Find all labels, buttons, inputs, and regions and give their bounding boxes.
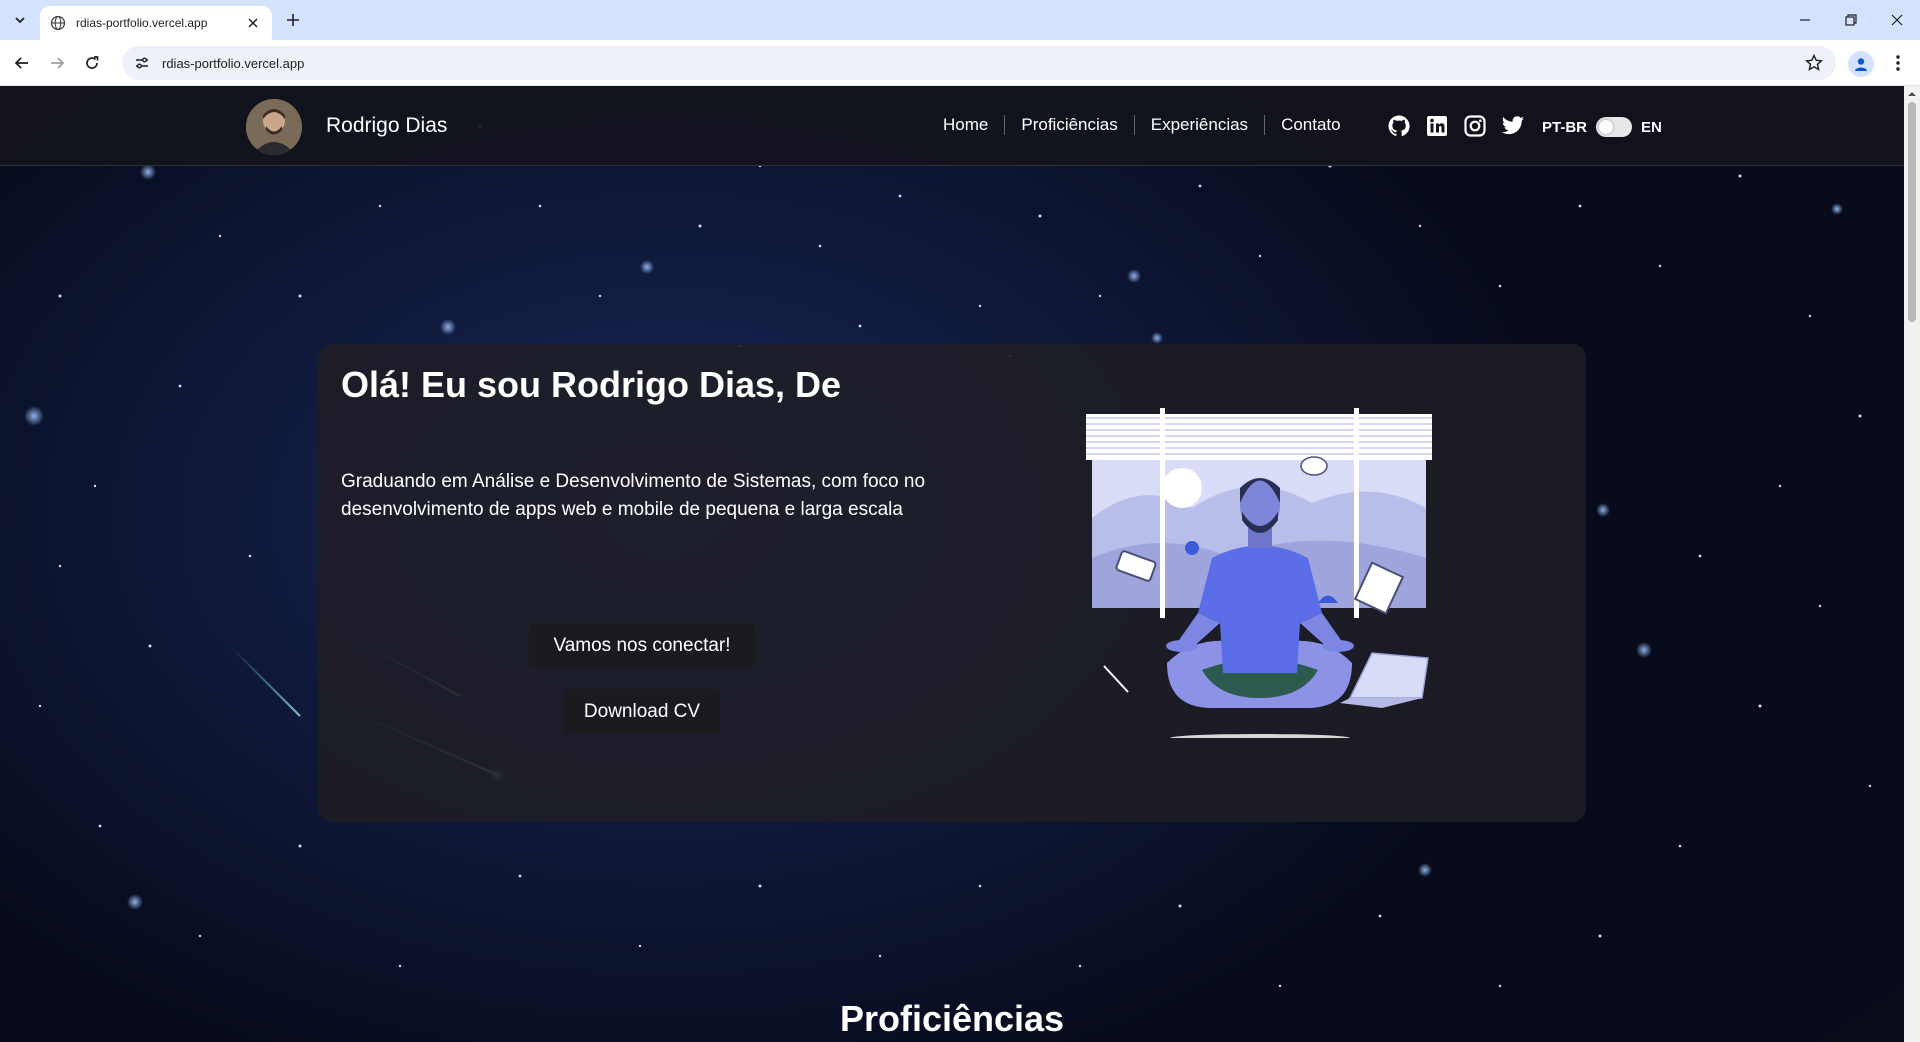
address-bar[interactable]: rdias-portfolio.vercel.app xyxy=(122,46,1836,80)
brand-name[interactable]: Rodrigo Dias xyxy=(326,114,447,138)
section-title-proficiencias: Proficiências xyxy=(839,998,1065,1039)
reload-button[interactable] xyxy=(80,51,104,75)
close-tab-button[interactable] xyxy=(244,14,262,32)
github-link[interactable] xyxy=(1386,113,1412,139)
menu-icon xyxy=(1896,55,1900,71)
browser-tab[interactable]: rdias-portfolio.vercel.app xyxy=(40,6,272,40)
browser-tab-bar: rdias-portfolio.vercel.app xyxy=(0,0,1920,40)
reload-icon xyxy=(86,56,99,69)
close-window-icon xyxy=(1891,14,1903,26)
linkedin-icon xyxy=(1427,116,1447,136)
browser-menu-button[interactable] xyxy=(1886,51,1910,75)
close-window-button[interactable] xyxy=(1882,6,1912,34)
site-info-button[interactable] xyxy=(132,53,152,73)
close-icon xyxy=(248,18,258,28)
new-tab-button[interactable] xyxy=(282,9,304,31)
nav-experiencias[interactable]: Experiências xyxy=(1135,115,1266,135)
lang-en[interactable]: EN xyxy=(1641,119,1662,136)
back-icon xyxy=(14,57,28,69)
language-toggle[interactable] xyxy=(1596,117,1632,137)
profile-icon xyxy=(1855,58,1867,71)
page-scrollbar[interactable] xyxy=(1904,86,1920,1042)
lang-pt-br[interactable]: PT-BR xyxy=(1542,119,1587,136)
avatar[interactable] xyxy=(246,99,302,155)
hero-title: Olá! Eu sou Rodrigo Dias, De xyxy=(341,364,842,405)
plus-icon xyxy=(287,14,299,26)
minimize-button[interactable] xyxy=(1790,6,1820,34)
scrollbar-thumb[interactable] xyxy=(1908,102,1916,322)
site-navbar: Rodrigo Dias Home Proficiências Experiên… xyxy=(0,86,1904,166)
nav-proficiencias[interactable]: Proficiências xyxy=(1005,115,1135,135)
forward-icon xyxy=(51,57,65,69)
twitter-icon xyxy=(1502,116,1524,135)
minimize-icon xyxy=(1800,19,1810,21)
scroll-up-icon[interactable] xyxy=(1908,90,1916,98)
globe-icon xyxy=(50,15,66,31)
github-icon xyxy=(1388,115,1410,137)
nav-links: Home Proficiências Experiências Contato xyxy=(927,114,1357,136)
hero-subtitle: Graduando em Análise e Desenvolvimento d… xyxy=(341,471,926,520)
forward-button[interactable] xyxy=(45,51,69,75)
connect-button[interactable]: Vamos nos conectar! xyxy=(529,623,755,668)
instagram-link[interactable] xyxy=(1462,113,1488,139)
restore-button[interactable] xyxy=(1836,6,1866,34)
nav-home[interactable]: Home xyxy=(927,115,1006,135)
download-cv-button[interactable]: Download CV xyxy=(564,689,720,734)
page-viewport: Rodrigo Dias Home Proficiências Experiên… xyxy=(0,86,1904,1042)
linkedin-link[interactable] xyxy=(1424,113,1450,139)
tab-list-button[interactable] xyxy=(8,8,32,32)
url-text: rdias-portfolio.vercel.app xyxy=(162,55,305,71)
bookmark-button[interactable] xyxy=(1804,53,1824,73)
restore-icon xyxy=(1845,14,1857,26)
avatar-photo xyxy=(246,99,302,155)
nav-contato[interactable]: Contato xyxy=(1265,115,1357,135)
instagram-icon xyxy=(1464,115,1486,137)
profile-button[interactable] xyxy=(1848,51,1874,77)
back-button[interactable] xyxy=(10,51,34,75)
toggle-knob xyxy=(1599,120,1613,134)
twitter-link[interactable] xyxy=(1500,113,1526,139)
meditation-illustration xyxy=(1086,408,1432,738)
star-icon xyxy=(1805,54,1823,71)
tab-title: rdias-portfolio.vercel.app xyxy=(76,16,208,30)
site-info-icon xyxy=(136,57,148,69)
tab-list-icon xyxy=(15,17,25,24)
browser-toolbar: rdias-portfolio.vercel.app xyxy=(0,40,1920,86)
